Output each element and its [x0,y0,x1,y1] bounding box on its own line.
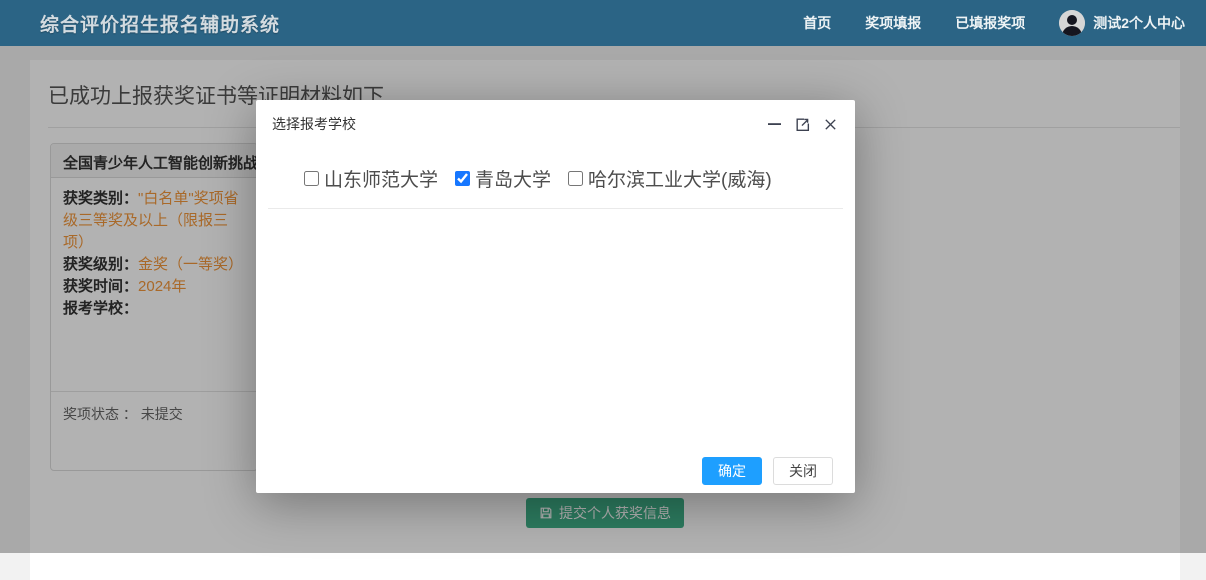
school-checkbox-sdnu[interactable] [304,171,319,186]
close-icon[interactable] [822,116,839,133]
window-controls [766,116,839,133]
confirm-button[interactable]: 确定 [702,457,762,485]
school-option-hitwh[interactable]: 哈尔滨工业大学(威海) [568,165,772,192]
select-school-dialog: 选择报考学校 山东师范大学 [256,100,855,493]
app-title: 综合评价招生报名辅助系统 [40,10,280,37]
user-menu[interactable]: 测试2个人中心 [1059,10,1185,36]
school-options: 山东师范大学 青岛大学 哈尔滨工业大学(威海) [256,148,855,208]
user-avatar-icon [1059,10,1085,36]
dialog-footer: 确定 关闭 [702,457,833,485]
school-option-label: 哈尔滨工业大学(威海) [588,165,772,192]
minimize-icon[interactable] [766,116,783,133]
user-center-label: 测试2个人中心 [1093,13,1185,33]
maximize-icon[interactable] [794,116,811,133]
nav-item-filled-awards[interactable]: 已填报奖项 [955,13,1025,33]
school-option-label: 青岛大学 [475,165,551,192]
school-option-qdu[interactable]: 青岛大学 [455,165,551,192]
school-checkbox-qdu[interactable] [455,171,470,186]
school-option-label: 山东师范大学 [324,165,438,192]
school-option-sdnu[interactable]: 山东师范大学 [304,165,438,192]
nav-item-award-fill[interactable]: 奖项填报 [865,13,921,33]
dialog-header: 选择报考学校 [256,100,855,148]
dialog-close-button[interactable]: 关闭 [773,457,833,485]
navbar-menu: 首页 奖项填报 已填报奖项 测试2个人中心 [803,10,1185,36]
nav-item-home[interactable]: 首页 [803,13,831,33]
top-navbar: 综合评价招生报名辅助系统 首页 奖项填报 已填报奖项 测试2个人中心 [0,0,1206,46]
school-checkbox-hitwh[interactable] [568,171,583,186]
dialog-title: 选择报考学校 [272,114,356,134]
options-divider [268,208,843,209]
